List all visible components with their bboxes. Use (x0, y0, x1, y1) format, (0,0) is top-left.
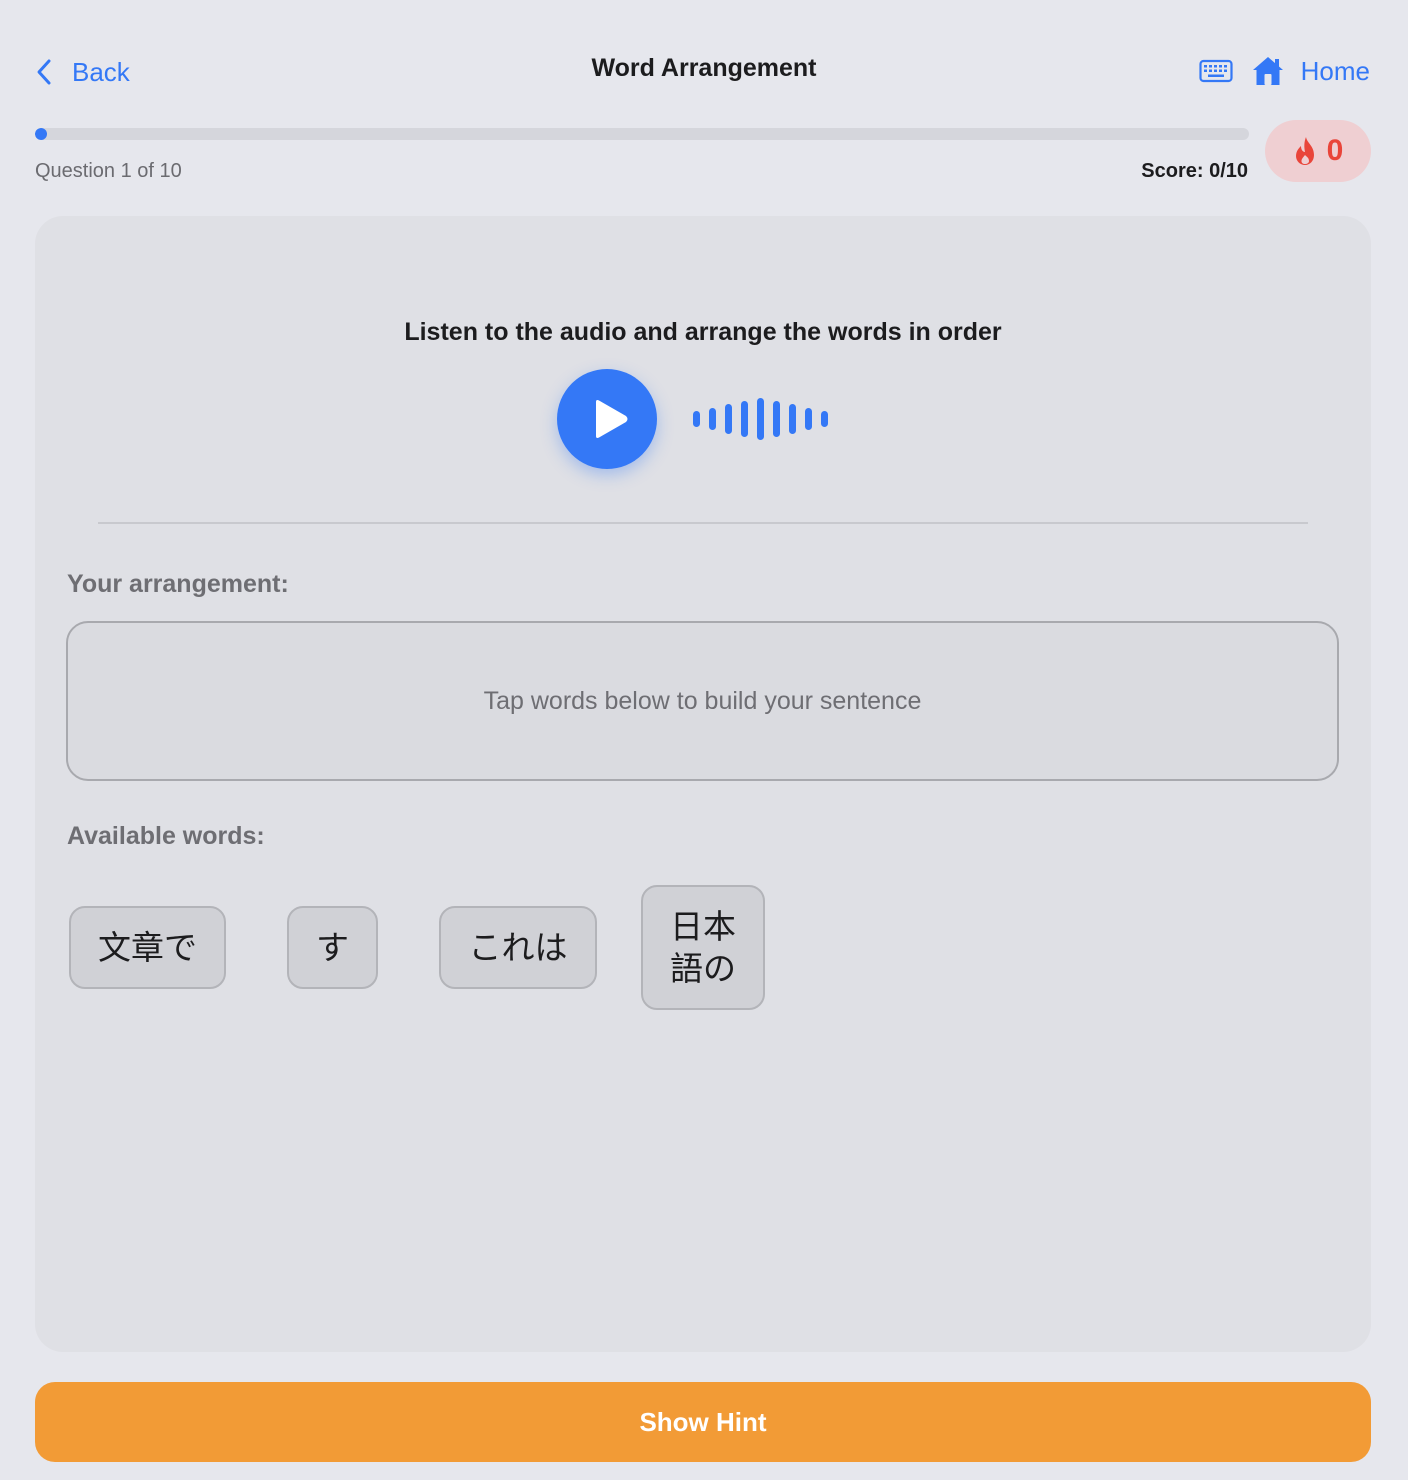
audio-waveform-icon (693, 396, 828, 442)
house-icon[interactable] (1251, 55, 1285, 87)
word-chip[interactable]: 日本語の (641, 885, 765, 1010)
show-hint-button[interactable]: Show Hint (35, 1382, 1371, 1462)
flame-icon (1295, 137, 1314, 165)
question-counter: Question 1 of 10 (35, 160, 182, 182)
word-chip[interactable]: これは (439, 906, 597, 989)
nav-right-group: Home (1199, 50, 1370, 92)
arrangement-placeholder: Tap words below to build your sentence (483, 686, 922, 715)
keyboard-icon[interactable] (1199, 58, 1233, 84)
streak-badge: 0 (1265, 120, 1371, 182)
play-icon (596, 400, 628, 438)
page-title: Word Arrangement (591, 54, 817, 82)
instruction-text: Listen to the audio and arrange the word… (404, 318, 1002, 346)
play-audio-button[interactable] (557, 369, 657, 469)
progress-fill (35, 128, 48, 140)
home-button[interactable]: Home (1301, 56, 1370, 87)
word-chip[interactable]: 文章で (69, 906, 226, 989)
divider (98, 522, 1308, 524)
progress-bar (35, 128, 1249, 140)
score-label: Score: 0/10 (1141, 160, 1248, 182)
available-words-label: Available words: (67, 822, 265, 850)
streak-count: 0 (1326, 134, 1344, 167)
arrangement-label: Your arrangement: (67, 570, 289, 598)
nav-bar: Back Word Arrangement Home (0, 0, 1408, 110)
arrangement-drop-zone[interactable]: Tap words below to build your sentence (66, 621, 1339, 781)
word-chip[interactable]: す (287, 906, 378, 989)
exercise-card: Listen to the audio and arrange the word… (35, 216, 1371, 1352)
